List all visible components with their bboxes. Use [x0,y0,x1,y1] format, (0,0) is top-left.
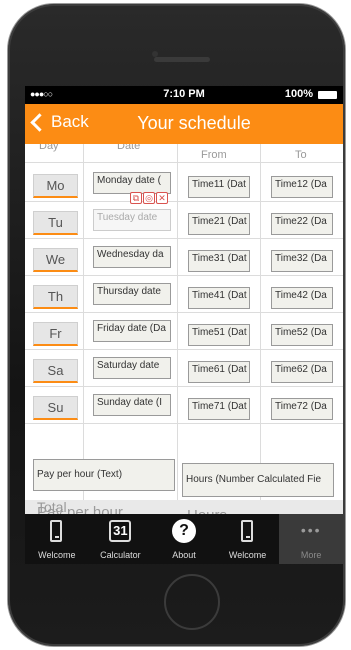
date-field[interactable]: Tuesday date [93,209,171,231]
hours-field[interactable]: Hours (Number Calculated Fie [182,463,334,497]
total-label: Total [37,499,67,515]
time-from-field[interactable]: Time61 (Dat [188,361,250,383]
time-from-field[interactable]: Time11 (Dat [188,176,250,198]
date-field[interactable]: Friday date (Da [93,320,171,342]
more-icon: ••• [300,522,322,538]
header-day: Day [39,144,59,152]
time-from-field[interactable]: Time31 (Dat [188,250,250,272]
day-button[interactable]: We [33,248,78,272]
pay-per-hour-field[interactable]: Pay per hour (Text) [33,459,175,491]
time-to-field[interactable]: Time72 (Da [271,398,333,420]
time-to-field[interactable]: Time12 (Da [271,176,333,198]
home-button[interactable] [164,574,220,630]
close-icon[interactable]: ✕ [156,192,168,204]
date-field[interactable]: Monday date ( [93,172,171,194]
day-button[interactable]: Tu [33,211,78,235]
status-bar: ●●●○○ 7:10 PM 100% [25,86,343,104]
time-to-field[interactable]: Time32 (Da [271,250,333,272]
tab-more[interactable]: ••• More [279,514,343,564]
time-from-field[interactable]: Time41 (Dat [188,287,250,309]
question-icon: ? [171,519,196,543]
grid-divider [177,144,178,500]
settings-icon[interactable]: ◎ [143,192,155,204]
date-field[interactable]: Thursday date [93,283,171,305]
selection-toolbar: ⧉ ◎ ✕ [130,192,168,204]
grid-divider [25,201,343,202]
grid-divider [260,144,261,500]
schedule-grid: Day Date From To Mo Monday date ( Time11 (… [25,144,343,500]
day-button[interactable]: Su [33,396,78,420]
speaker-grille [154,57,210,62]
tab-calculator[interactable]: 31 Calculator [89,514,153,564]
tab-about[interactable]: ? About [152,514,216,564]
grid-divider [25,312,343,313]
date-field[interactable]: Wednesday da [93,246,171,268]
grid-divider [25,162,343,163]
grid-divider [25,275,343,276]
header-to: To [295,149,307,161]
tab-label: More [300,550,322,560]
battery-icon [318,91,337,99]
tab-label: Welcome [38,550,76,560]
time-to-field[interactable]: Time52 (Da [271,324,333,346]
page-title: Your schedule [25,113,343,134]
battery-percent: 100% [284,88,313,100]
day-button[interactable]: Mo [33,174,78,198]
day-button[interactable]: Sa [33,359,78,383]
grid-divider [25,349,343,350]
phone-icon [49,520,62,542]
grid-divider [25,386,343,387]
page-title-text: Your schedule [137,113,251,133]
date-field[interactable]: Saturday date [93,357,171,379]
time-from-field[interactable]: Time51 (Dat [188,324,250,346]
time-to-field[interactable]: Time22 (Da [271,213,333,235]
tab-bar: Welcome 31 Calculator ? About Welcome ••… [25,514,343,564]
day-button[interactable]: Th [33,285,78,309]
grid-divider [83,144,84,500]
time-to-field[interactable]: Time42 (Da [271,287,333,309]
phone-icon [240,520,253,542]
calendar-icon: 31 [109,520,132,542]
tab-welcome-2[interactable]: Welcome [216,514,280,564]
time-to-field[interactable]: Time62 (Da [271,361,333,383]
header-date: Date [117,144,141,152]
navigation-bar: Back Your schedule [25,104,343,144]
grid-divider [25,238,343,239]
grid-divider [25,423,343,424]
tab-welcome[interactable]: Welcome [25,514,89,564]
day-button[interactable]: Fr [33,322,78,346]
tab-label: Welcome [228,550,267,560]
date-field[interactable]: Sunday date (I [93,394,171,416]
time-from-field[interactable]: Time71 (Dat [188,398,250,420]
copy-icon[interactable]: ⧉ [130,192,142,204]
tab-label: About [172,550,196,560]
tab-label: Calculator [100,550,141,560]
app-screen: ●●●○○ 7:10 PM 100% Back Your schedule Da… [25,86,343,564]
header-from: From [201,149,227,161]
time-from-field[interactable]: Time21 (Dat [188,213,250,235]
